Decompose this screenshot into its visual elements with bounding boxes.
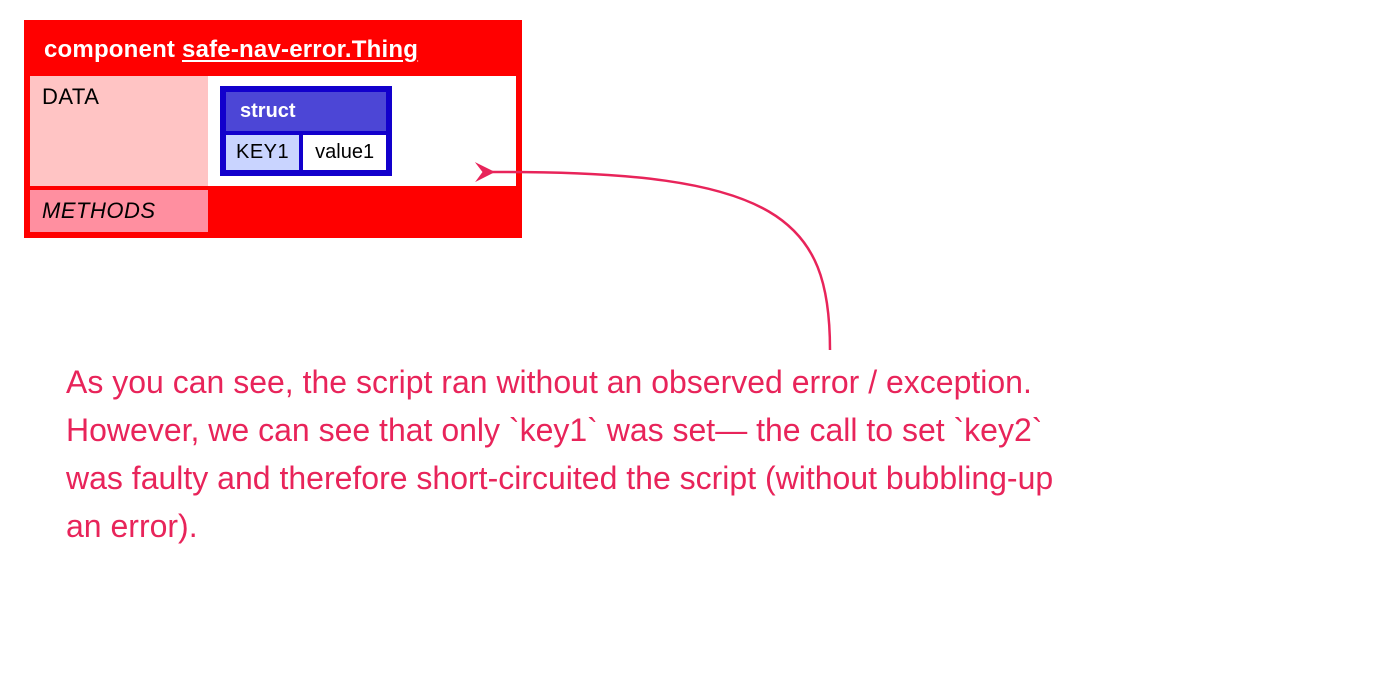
note-part-3: was faulty and therefore short-circuited… xyxy=(66,460,1053,544)
struct-dump: struct KEY1 value1 xyxy=(220,86,392,176)
component-rows: DATA struct KEY1 value1 METHODS xyxy=(30,76,516,232)
data-row: DATA struct KEY1 value1 xyxy=(30,76,516,186)
data-value: struct KEY1 value1 xyxy=(208,76,516,186)
component-header: component safe-nav-error.Thing xyxy=(30,26,516,76)
note-code-2: `key2` xyxy=(954,412,1043,448)
note-code-1: `key1` xyxy=(509,412,598,448)
note-part-2: was set— the call to set xyxy=(598,412,954,448)
methods-value xyxy=(208,190,516,232)
component-keyword: component xyxy=(44,36,175,63)
struct-key: KEY1 xyxy=(226,135,303,170)
annotation-text: As you can see, the script ran without a… xyxy=(66,358,1086,550)
data-label: DATA xyxy=(30,76,208,186)
methods-label: METHODS xyxy=(30,190,208,232)
component-dump: component safe-nav-error.Thing DATA stru… xyxy=(24,20,522,238)
struct-row: KEY1 value1 xyxy=(226,131,386,170)
struct-value: value1 xyxy=(303,135,386,170)
methods-row: METHODS xyxy=(30,186,516,232)
component-name: safe-nav-error.Thing xyxy=(182,36,418,63)
struct-header: struct xyxy=(226,92,386,131)
